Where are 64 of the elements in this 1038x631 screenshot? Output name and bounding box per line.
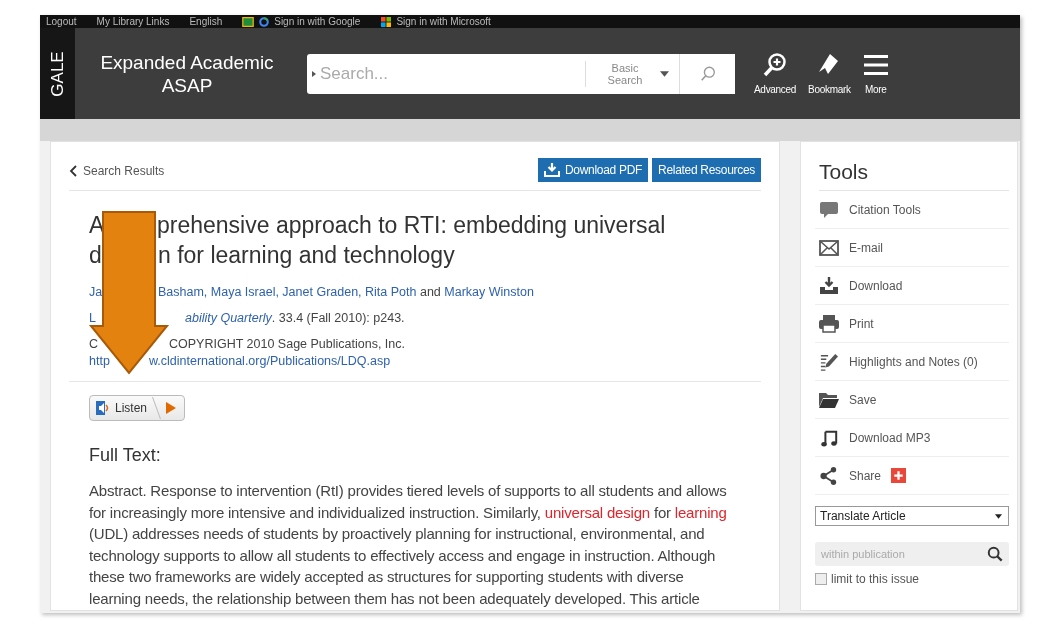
top-link[interactable]: English bbox=[189, 16, 223, 27]
pen-notes-icon bbox=[819, 352, 839, 371]
play-icon bbox=[166, 402, 177, 414]
download-icon bbox=[819, 276, 839, 295]
source-citation[interactable]: ability Quarterly. 33.4 (Fall 2010): p243. bbox=[185, 311, 407, 326]
author-list[interactable]: Basham, Maya Israel, Janet Graden, Rita Poth and Markay Winston bbox=[158, 285, 536, 300]
top-link[interactable]: Sign in with Google bbox=[274, 16, 361, 27]
top-link[interactable]: Sign in with Microsoft bbox=[396, 16, 491, 27]
top-link[interactable]: Logout bbox=[46, 16, 77, 27]
menu-button[interactable]: More bbox=[857, 52, 894, 95]
panel-title: Tools bbox=[819, 160, 1009, 191]
citation-link[interactable]: http bbox=[89, 354, 112, 369]
chevron-left-icon bbox=[69, 165, 77, 177]
search-button[interactable] bbox=[679, 53, 735, 94]
tool-link[interactable]: Download bbox=[849, 278, 903, 293]
search-bar[interactable]: Search... Basic Search bbox=[307, 53, 735, 94]
back-link[interactable]: Search Results bbox=[69, 162, 165, 178]
publication-search-field[interactable]: within publication bbox=[815, 542, 1009, 566]
bookmark-button[interactable]: Bookmark bbox=[803, 52, 856, 95]
product-title[interactable]: Expanded Academic ASAP bbox=[87, 50, 287, 97]
source-link[interactable]: w.cldinternational.org/Publications/LDQ.asp bbox=[149, 354, 393, 369]
checkbox[interactable] bbox=[815, 573, 827, 585]
citation-link[interactable]: L bbox=[89, 311, 98, 326]
citation-link[interactable]: Ja bbox=[89, 285, 105, 300]
tool-link[interactable]: Save bbox=[849, 392, 877, 407]
checkbox-label: limit to this issue bbox=[831, 572, 920, 586]
search-icon[interactable] bbox=[987, 546, 1003, 562]
google-icon bbox=[258, 16, 271, 27]
speaker-icon bbox=[96, 401, 110, 415]
abstract-paragraph: Abstract. Response to intervention (RtI) provides tiered levels of supports to all students and allows for increasingly more intensive and individualized instruction. Similarly, universal design for learning (UDL) addresses needs of students by proactively planning for instructional, environmental, and technology supports to allow all students to effectively access and engage in instruction. Although these two frameworks are widely accepted as structures for supporting students with diverse learning needs, the relationship between them has not been adequately developed. This article bbox=[89, 481, 728, 609]
tool-link[interactable]: E-mail bbox=[849, 240, 883, 255]
tool-link[interactable]: Citation Tools bbox=[849, 202, 921, 217]
logo[interactable]: GALE bbox=[40, 28, 75, 119]
section-heading: Full Text: bbox=[89, 445, 162, 466]
microsoft-icon bbox=[380, 16, 393, 27]
caret-icon bbox=[660, 70, 669, 77]
menu-icon bbox=[862, 52, 889, 78]
copyright-text: COPYRIGHT 2010 Sage Publications, Inc. bbox=[169, 337, 406, 352]
advanced-button[interactable]: Advanced bbox=[749, 52, 802, 95]
download-pdf-button[interactable]: Download PDF bbox=[537, 158, 649, 182]
resources-button[interactable]: Related Resources bbox=[652, 158, 761, 182]
article-title: prehensive approach to RTI: embedding universal bbox=[157, 211, 666, 240]
tool-link[interactable]: Download MP3 bbox=[849, 430, 931, 445]
download-icon bbox=[543, 163, 560, 177]
article-title: d bbox=[89, 241, 102, 270]
printer-icon bbox=[819, 314, 839, 333]
zoom-in-icon bbox=[762, 52, 789, 78]
classroom-icon bbox=[242, 16, 255, 27]
music-note-icon bbox=[819, 428, 839, 447]
top-link[interactable]: My Library Links bbox=[96, 16, 170, 27]
tool-link[interactable]: Share bbox=[849, 468, 882, 483]
tool-link[interactable]: Highlights and Notes (0) bbox=[849, 354, 978, 369]
copyright-text: C bbox=[89, 337, 100, 352]
tool-link[interactable]: Print bbox=[849, 316, 874, 331]
translate-dropdown[interactable]: Translate Article bbox=[815, 506, 1009, 526]
folder-icon bbox=[819, 390, 839, 409]
envelope-icon bbox=[819, 238, 839, 257]
plus-icon[interactable] bbox=[891, 468, 907, 483]
speech-bubble-icon bbox=[819, 200, 839, 219]
caret-icon bbox=[995, 513, 1002, 519]
listen-button[interactable]: Listen bbox=[89, 395, 186, 421]
search-icon bbox=[698, 64, 717, 83]
share-icon bbox=[819, 466, 839, 485]
article-title: n for learning and technology bbox=[158, 241, 455, 270]
